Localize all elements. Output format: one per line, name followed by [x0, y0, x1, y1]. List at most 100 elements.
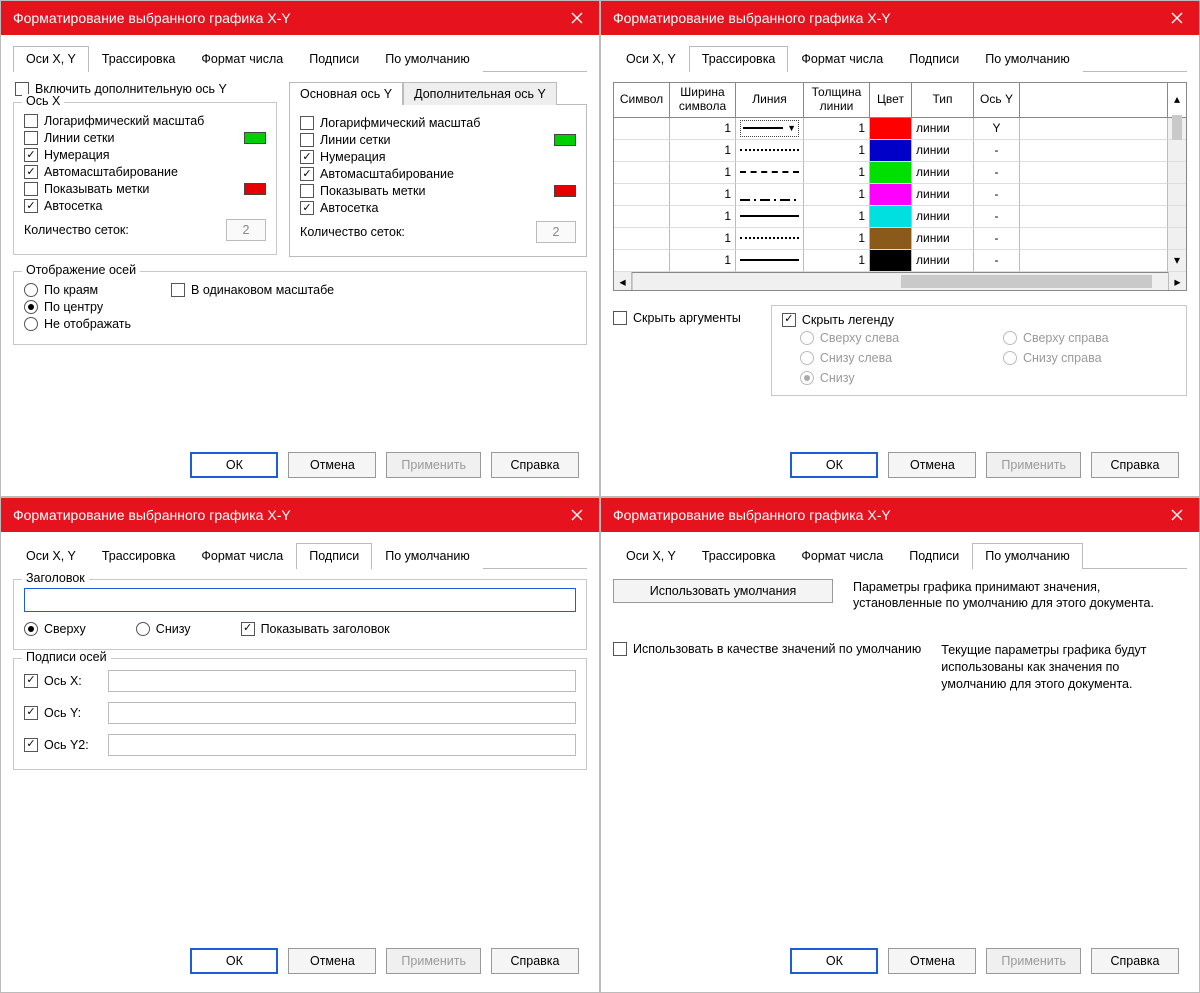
- col-axisy[interactable]: Ось Y: [974, 83, 1020, 118]
- y-gridlines-checkbox[interactable]: Линии сетки: [300, 133, 391, 147]
- cell-color[interactable]: [870, 184, 912, 206]
- use-defaults-button[interactable]: Использовать умолчания: [613, 579, 833, 603]
- tab-trace[interactable]: Трассировка: [689, 543, 789, 569]
- same-scale-checkbox[interactable]: В одинаковом масштабе: [171, 283, 334, 297]
- hscroll-left-icon[interactable]: ◂: [614, 272, 632, 290]
- cell-line[interactable]: [736, 184, 804, 206]
- title-top-radio[interactable]: Сверху: [24, 622, 86, 636]
- cell-thickness[interactable]: 1: [804, 228, 870, 250]
- x-autogrid-checkbox[interactable]: Автосетка: [24, 199, 102, 213]
- col-line[interactable]: Линия: [736, 83, 804, 118]
- axis-display-edges-radio[interactable]: По краям: [24, 283, 98, 297]
- cell-thickness[interactable]: 1: [804, 184, 870, 206]
- col-thickness[interactable]: Толщина линии: [804, 83, 870, 118]
- subtab-main-y[interactable]: Основная ось Y: [289, 82, 403, 105]
- tab-labels[interactable]: Подписи: [296, 543, 372, 569]
- cell-thickness[interactable]: 1: [804, 250, 870, 272]
- cell-type[interactable]: линии: [912, 162, 974, 184]
- table-row[interactable]: 1 1 линии-: [614, 228, 1186, 250]
- line-combo[interactable]: ▼: [740, 120, 799, 137]
- vscroll-thumb[interactable]: [1172, 115, 1182, 141]
- cell-axisy[interactable]: -: [974, 228, 1020, 250]
- axis-y2-enable-checkbox[interactable]: Ось Y2:: [24, 738, 94, 752]
- ok-button[interactable]: ОК: [790, 452, 878, 478]
- y-autogrid-checkbox[interactable]: Автосетка: [300, 201, 378, 215]
- axis-y-enable-checkbox[interactable]: Ось Y:: [24, 706, 94, 720]
- title-bottom-radio[interactable]: Снизу: [136, 622, 191, 636]
- tab-trace[interactable]: Трассировка: [89, 543, 189, 569]
- ok-button[interactable]: ОК: [790, 948, 878, 974]
- table-row[interactable]: 11линии-: [614, 140, 1186, 162]
- cell-axisy[interactable]: -: [974, 184, 1020, 206]
- x-log-checkbox[interactable]: Логарифмический масштаб: [24, 114, 204, 128]
- x-numbering-checkbox[interactable]: Нумерация: [24, 148, 110, 162]
- axis-display-none-radio[interactable]: Не отображать: [24, 317, 131, 331]
- x-autoscale-checkbox[interactable]: Автомасштабирование: [24, 165, 178, 179]
- x-grid-count-field[interactable]: 2: [226, 219, 266, 241]
- x-marks-color-swatch[interactable]: [244, 183, 266, 195]
- tab-axes[interactable]: Оси X, Y: [613, 543, 689, 569]
- vscroll-track[interactable]: [1168, 162, 1186, 184]
- cell-color[interactable]: [870, 228, 912, 250]
- cell-type[interactable]: линии: [912, 250, 974, 272]
- cell-type[interactable]: линии: [912, 228, 974, 250]
- tab-trace[interactable]: Трассировка: [689, 46, 789, 72]
- cell-symwidth[interactable]: 1: [670, 118, 736, 140]
- cell-symbol[interactable]: [614, 228, 670, 250]
- tab-defaults[interactable]: По умолчанию: [372, 543, 483, 569]
- tab-axes[interactable]: Оси X, Y: [613, 46, 689, 72]
- cell-type[interactable]: линии: [912, 206, 974, 228]
- cell-line[interactable]: [736, 162, 804, 184]
- cell-thickness[interactable]: 1: [804, 140, 870, 162]
- help-button[interactable]: Справка: [1091, 948, 1179, 974]
- cell-axisy[interactable]: -: [974, 140, 1020, 162]
- subtab-sec-y[interactable]: Дополнительная ось Y: [403, 82, 557, 105]
- col-symwidth[interactable]: Ширина символа: [670, 83, 736, 118]
- titlebar[interactable]: Форматирование выбранного графика X-Y: [601, 1, 1199, 35]
- tab-numfmt[interactable]: Формат числа: [788, 46, 896, 72]
- cell-type[interactable]: линии: [912, 140, 974, 162]
- y-marks-color-swatch[interactable]: [554, 185, 576, 197]
- cell-symbol[interactable]: [614, 162, 670, 184]
- cell-color[interactable]: [870, 140, 912, 162]
- x-showmarks-checkbox[interactable]: Показывать метки: [24, 182, 149, 196]
- vscroll-track[interactable]: [1168, 206, 1186, 228]
- axis-x-label-input[interactable]: [108, 670, 576, 692]
- cell-symbol[interactable]: [614, 250, 670, 272]
- y-numbering-checkbox[interactable]: Нумерация: [300, 150, 386, 164]
- col-color[interactable]: Цвет: [870, 83, 912, 118]
- vscroll-track[interactable]: ▾: [1168, 250, 1186, 272]
- hscroll-thumb[interactable]: [901, 275, 1152, 288]
- vscroll-track[interactable]: [1168, 118, 1186, 140]
- vscroll-up-icon[interactable]: ▴: [1168, 83, 1186, 118]
- cell-thickness[interactable]: 1: [804, 206, 870, 228]
- cell-line[interactable]: [736, 206, 804, 228]
- tab-trace[interactable]: Трассировка: [89, 46, 189, 72]
- cell-color[interactable]: [870, 206, 912, 228]
- help-button[interactable]: Справка: [491, 948, 579, 974]
- show-title-checkbox[interactable]: Показывать заголовок: [241, 622, 390, 636]
- cell-type[interactable]: линии: [912, 184, 974, 206]
- cancel-button[interactable]: Отмена: [888, 452, 976, 478]
- table-row[interactable]: 11линии-: [614, 206, 1186, 228]
- cell-symbol[interactable]: [614, 140, 670, 162]
- cell-line[interactable]: ▼: [736, 118, 804, 140]
- cell-color[interactable]: [870, 118, 912, 140]
- cell-type[interactable]: линии: [912, 118, 974, 140]
- y-log-checkbox[interactable]: Логарифмический масштаб: [300, 116, 480, 130]
- axis-y2-label-input[interactable]: [108, 734, 576, 756]
- table-row[interactable]: 1▼1линииY: [614, 118, 1186, 140]
- title-input[interactable]: [24, 588, 576, 612]
- close-icon[interactable]: [1155, 498, 1199, 532]
- ok-button[interactable]: ОК: [190, 948, 278, 974]
- cell-axisy[interactable]: Y: [974, 118, 1020, 140]
- cell-symwidth[interactable]: 1: [670, 228, 736, 250]
- close-icon[interactable]: [555, 1, 599, 35]
- table-row[interactable]: 11линии-: [614, 184, 1186, 206]
- cell-axisy[interactable]: -: [974, 250, 1020, 272]
- cancel-button[interactable]: Отмена: [888, 948, 976, 974]
- help-button[interactable]: Справка: [1091, 452, 1179, 478]
- trace-table[interactable]: Символ Ширина символа Линия Толщина лини…: [613, 82, 1187, 291]
- cancel-button[interactable]: Отмена: [288, 948, 376, 974]
- tab-axes[interactable]: Оси X, Y: [13, 46, 89, 72]
